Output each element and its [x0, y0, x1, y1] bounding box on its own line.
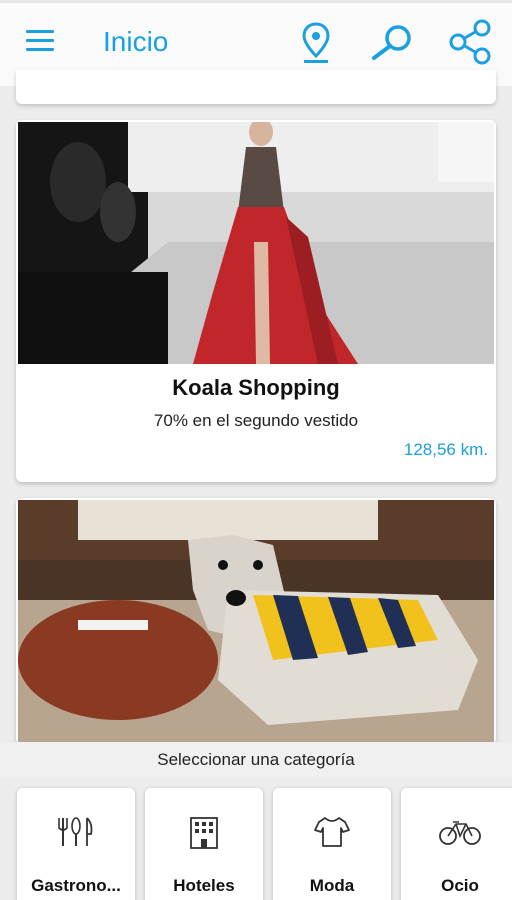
category-bar: Seleccionar una categoría [0, 742, 512, 778]
offer-distance: 128,56 km. [403, 440, 488, 459]
image-card[interactable] [16, 498, 496, 744]
offer-title: Koala Shopping [172, 375, 340, 400]
offer-card[interactable]: Koala Shopping 70% en el segundo vestido… [16, 120, 496, 482]
category-bar-label: Seleccionar una categoría [157, 750, 355, 769]
previous-card-bottom[interactable] [16, 70, 496, 104]
category-label: Moda [309, 876, 355, 895]
category-hoteles[interactable]: Hoteles [145, 788, 263, 900]
hotel-building-icon [179, 814, 229, 850]
tshirt-icon [307, 814, 357, 850]
offer-subtitle: 70% en el segundo vestido [153, 411, 359, 430]
category-label: Gastrono... [31, 876, 121, 895]
share-icon[interactable] [444, 16, 496, 68]
bicycle-icon [435, 814, 485, 850]
menu-icon[interactable] [26, 30, 56, 54]
category-label: Ocio [441, 876, 479, 895]
category-moda[interactable]: Moda [273, 788, 391, 900]
category-ocio[interactable]: Ocio [401, 788, 512, 900]
page-title: Inicio [103, 26, 169, 57]
location-pin-icon[interactable] [290, 16, 342, 68]
dog-football-photo [18, 500, 494, 744]
cutlery-icon [51, 814, 101, 850]
status-divider [0, 0, 512, 3]
category-label: Hoteles [173, 876, 235, 895]
search-icon[interactable] [366, 16, 418, 68]
runway-fashion-photo [18, 120, 494, 364]
category-gastronomia[interactable]: Gastrono... [17, 788, 135, 900]
